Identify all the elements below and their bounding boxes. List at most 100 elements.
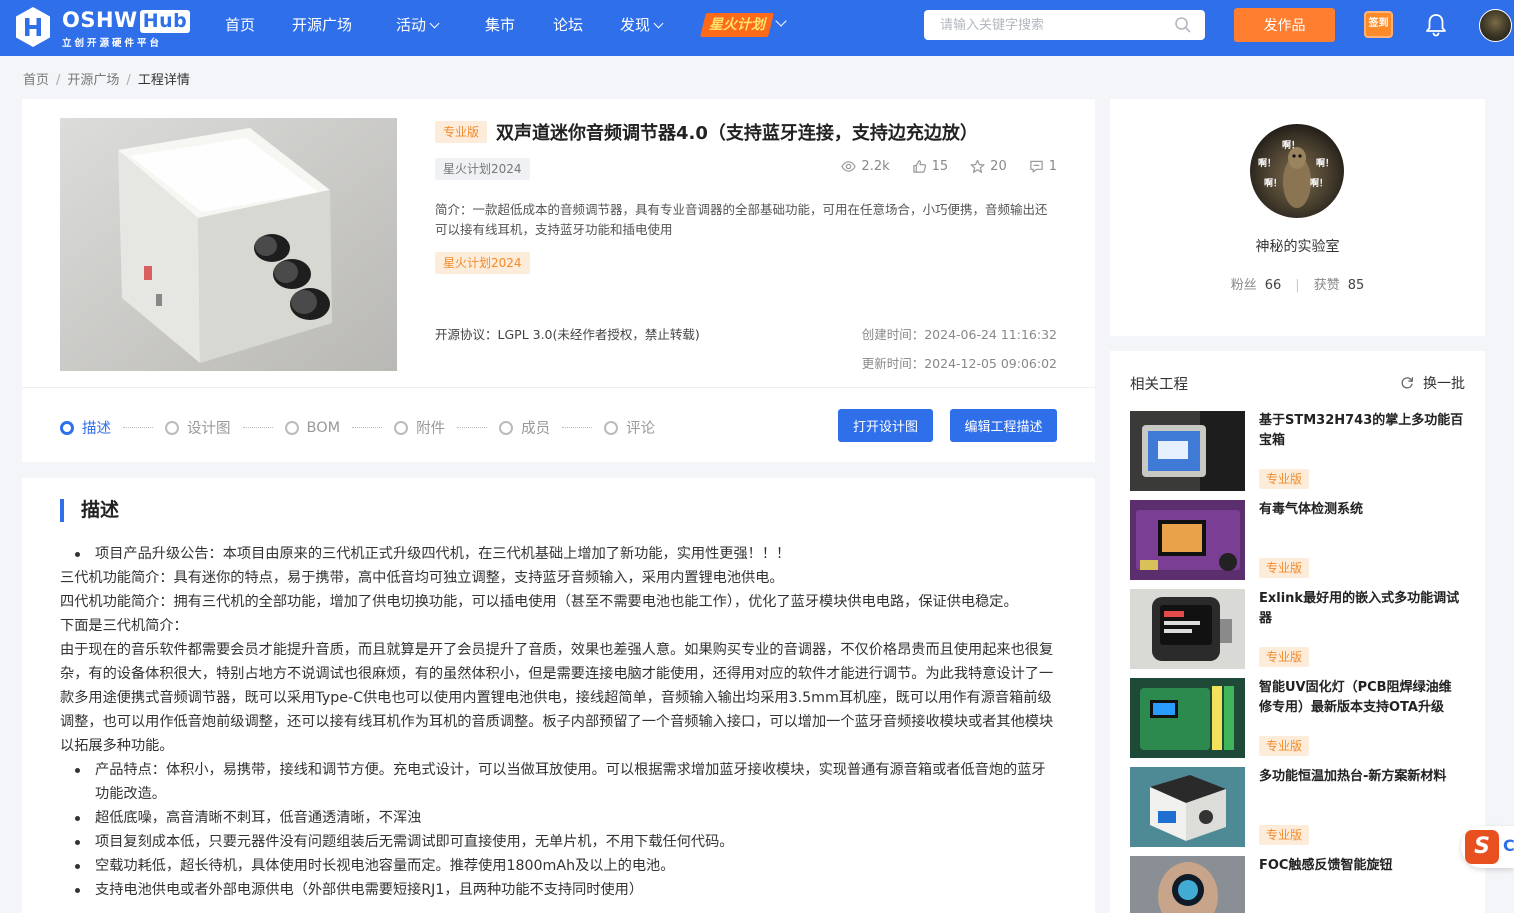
related-item-tag: 专业版 (1259, 825, 1310, 845)
chevron-down-icon[interactable] (775, 15, 787, 27)
related-item[interactable]: 有毒气体检测系统 专业版 (1130, 500, 1465, 580)
license-text: 开源协议：LGPL 3.0(未经作者授权，禁止转载) (435, 327, 700, 342)
avatar-caption: 啊！ (1282, 141, 1301, 151)
tab-dot-icon (394, 420, 409, 435)
card-divider (22, 387, 1095, 388)
description-paragraph: 支持电池供电或者外部电源供电（外部供电需要短接RJ1，且两种功能不支持同时使用） (60, 878, 1058, 902)
breadcrumb: 首页 / 开源广场 / 工程详情 (23, 73, 190, 88)
nav-forum[interactable]: 论坛 (553, 16, 583, 34)
floating-widget-letter: C (1503, 836, 1514, 855)
author-avatar[interactable]: 啊！ 啊！ 啊！ 啊！ 啊！ (1250, 124, 1344, 218)
bell-icon[interactable] (1424, 12, 1448, 38)
nav-activities[interactable]: 活动 (396, 16, 440, 34)
eye-icon (841, 161, 857, 172)
description-paragraph: 项目复刻成本低，只要元器件没有问题组装后无需调试即可直接使用，无单片机，不用下载… (60, 830, 1058, 854)
publish-button[interactable]: 发作品 (1234, 8, 1335, 42)
top-header: OSHW Hub 立创开源硬件平台 首页 开源广场 活动 集市 论坛 发现 星火计… (0, 0, 1514, 56)
related-item[interactable]: 智能UV固化灯（PCB阻焊绿油维修专用）最新版本支持OTA升级 专业版 (1130, 678, 1465, 758)
program-tag[interactable]: 星火计划2024 (435, 252, 530, 274)
avatar-caption: 啊！ (1310, 179, 1329, 189)
related-thumbnail (1130, 856, 1245, 913)
logo-hexagon-icon (16, 7, 50, 47)
related-thumbnail (1130, 411, 1245, 491)
stars-stat[interactable]: 20 (970, 159, 1007, 174)
description-heading: 描述 (60, 499, 119, 522)
related-item-name: 基于STM32H743的掌上多功能百宝箱 (1259, 413, 1464, 448)
related-item[interactable]: 基于STM32H743的掌上多功能百宝箱 专业版 (1130, 411, 1465, 491)
nav-open-square[interactable]: 开源广场 (292, 16, 352, 34)
related-item[interactable]: 多功能恒温加热台-新方案新材料 专业版 (1130, 767, 1465, 847)
related-item-name: FOC触感反馈智能旋钮 (1259, 858, 1393, 873)
project-title-row: 专业版 双声道迷你音频调节器4.0（支持蓝牙连接，支持边充边放） (435, 119, 978, 145)
open-design-button[interactable]: 打开设计图 (838, 409, 933, 442)
activity-tag[interactable]: 星火计划2024 (435, 158, 530, 180)
related-item-tag: 专业版 (1259, 736, 1310, 756)
description-paragraph: 项目产品升级公告：本项目由原来的三代机正式升级四代机，在三代机基础上增加了新功能… (60, 542, 1058, 566)
fans-count: 66 (1264, 278, 1282, 293)
author-stats: 粉丝 66 | 获赞 85 (1230, 278, 1365, 293)
likes-label: 获赞 (1313, 278, 1340, 293)
updated-time: 更新时间：2024-12-05 09:06:02 (861, 356, 1057, 371)
related-thumbnail (1130, 500, 1245, 580)
description-paragraph: 三代机功能简介：具有迷你的特点，易于携带，高中低音均可独立调整，支持蓝牙音频输入… (60, 570, 784, 586)
edit-description-button[interactable]: 编辑工程描述 (950, 409, 1057, 442)
avatar-caption: 啊！ (1316, 159, 1335, 169)
related-item-name: 多功能恒温加热台-新方案新材料 (1259, 769, 1447, 784)
description-card: 描述 项目产品升级公告：本项目由原来的三代机正式升级四代机，在三代机基础上增加了… (22, 478, 1095, 913)
related-item[interactable]: FOC触感反馈智能旋钮 (1130, 856, 1465, 913)
breadcrumb-open-square[interactable]: 开源广场 (67, 73, 119, 88)
tab-description[interactable]: 描述 (60, 417, 111, 438)
tab-design[interactable]: 设计图 (165, 417, 231, 438)
description-paragraph: 超低底噪，高音清晰不刺耳，低音通透清晰，不浑浊 (60, 806, 1058, 830)
related-item-tag: 专业版 (1259, 469, 1310, 489)
fans-label: 粉丝 (1230, 278, 1257, 293)
audio-box-photo (60, 118, 397, 371)
related-item[interactable]: Exlink最好用的嵌入式多功能调试器 专业版 (1130, 589, 1465, 669)
chevron-down-icon (653, 18, 664, 29)
project-intro: 简介：一款超低成本的音频调节器，具有专业音调器的全部基础功能，可用在任意场合，小… (435, 202, 1048, 237)
nav-market[interactable]: 集市 (485, 16, 515, 34)
tab-members[interactable]: 成员 (499, 417, 550, 438)
likes-count: 85 (1347, 278, 1365, 293)
related-thumbnail (1130, 678, 1245, 758)
tab-dot-icon (604, 420, 619, 435)
avatar-caption: 啊！ (1264, 179, 1283, 189)
breadcrumb-home[interactable]: 首页 (23, 73, 49, 88)
project-header-card: 专业版 双声道迷你音频调节器4.0（支持蓝牙连接，支持边充边放） 星火计划2024… (22, 99, 1095, 462)
tab-bom[interactable]: BOM (284, 420, 340, 436)
related-title: 相关工程 (1130, 377, 1188, 393)
author-name[interactable]: 神秘的实验室 (1110, 236, 1485, 256)
description-paragraph: 下面是三代机简介： (60, 618, 188, 634)
project-title: 双声道迷你音频调节器4.0（支持蓝牙连接，支持边充边放） (496, 123, 978, 144)
checkin-calendar-icon[interactable]: 签到 (1364, 11, 1393, 38)
description-paragraph: 由于现在的音乐软件都需要会员才能提升音质，而且就算是开了会员提升了音质，效果也差… (60, 642, 1054, 754)
related-thumbnail (1130, 589, 1245, 669)
thumbs-up-icon (912, 160, 926, 173)
views-stat: 2.2k (841, 159, 890, 174)
floating-sogou-widget[interactable]: S C (1461, 826, 1514, 868)
description-paragraph: 四代机功能简介：拥有三代机的全部功能，增加了供电切换功能，可以插电使用（甚至不需… (60, 594, 1018, 610)
comment-icon (1029, 160, 1043, 173)
likes-stat[interactable]: 15 (912, 159, 948, 174)
related-item-tag: 专业版 (1259, 558, 1310, 578)
tab-comments[interactable]: 评论 (604, 417, 655, 438)
comments-stat[interactable]: 1 (1029, 159, 1057, 174)
related-thumbnail (1130, 767, 1245, 847)
breadcrumb-current: 工程详情 (137, 73, 190, 88)
related-item-tag: 专业版 (1259, 647, 1310, 667)
tab-attachments[interactable]: 附件 (394, 417, 445, 438)
chevron-down-icon (429, 18, 440, 29)
project-cover-image[interactable] (60, 118, 397, 371)
oshwhub-logo[interactable]: OSHW Hub 立创开源硬件平台 (14, 4, 191, 52)
star-icon (970, 159, 985, 173)
nav-discover[interactable]: 发现 (620, 16, 664, 34)
spark-plan-logo[interactable]: 星火计划 (700, 13, 774, 37)
project-stats: 2.2k 15 20 1 (819, 159, 1057, 174)
user-avatar[interactable] (1479, 9, 1512, 42)
description-paragraph: 产品特点：体积小，易携带，接线和调节方便。充电式设计，可以当做耳放使用。可以根据… (60, 758, 1058, 806)
search-icon[interactable] (1174, 16, 1192, 34)
refresh-button[interactable]: 换一批 (1400, 373, 1465, 393)
related-item-name: Exlink最好用的嵌入式多功能调试器 (1259, 591, 1460, 626)
nav-home[interactable]: 首页 (225, 16, 255, 34)
search-input[interactable] (924, 10, 1205, 40)
